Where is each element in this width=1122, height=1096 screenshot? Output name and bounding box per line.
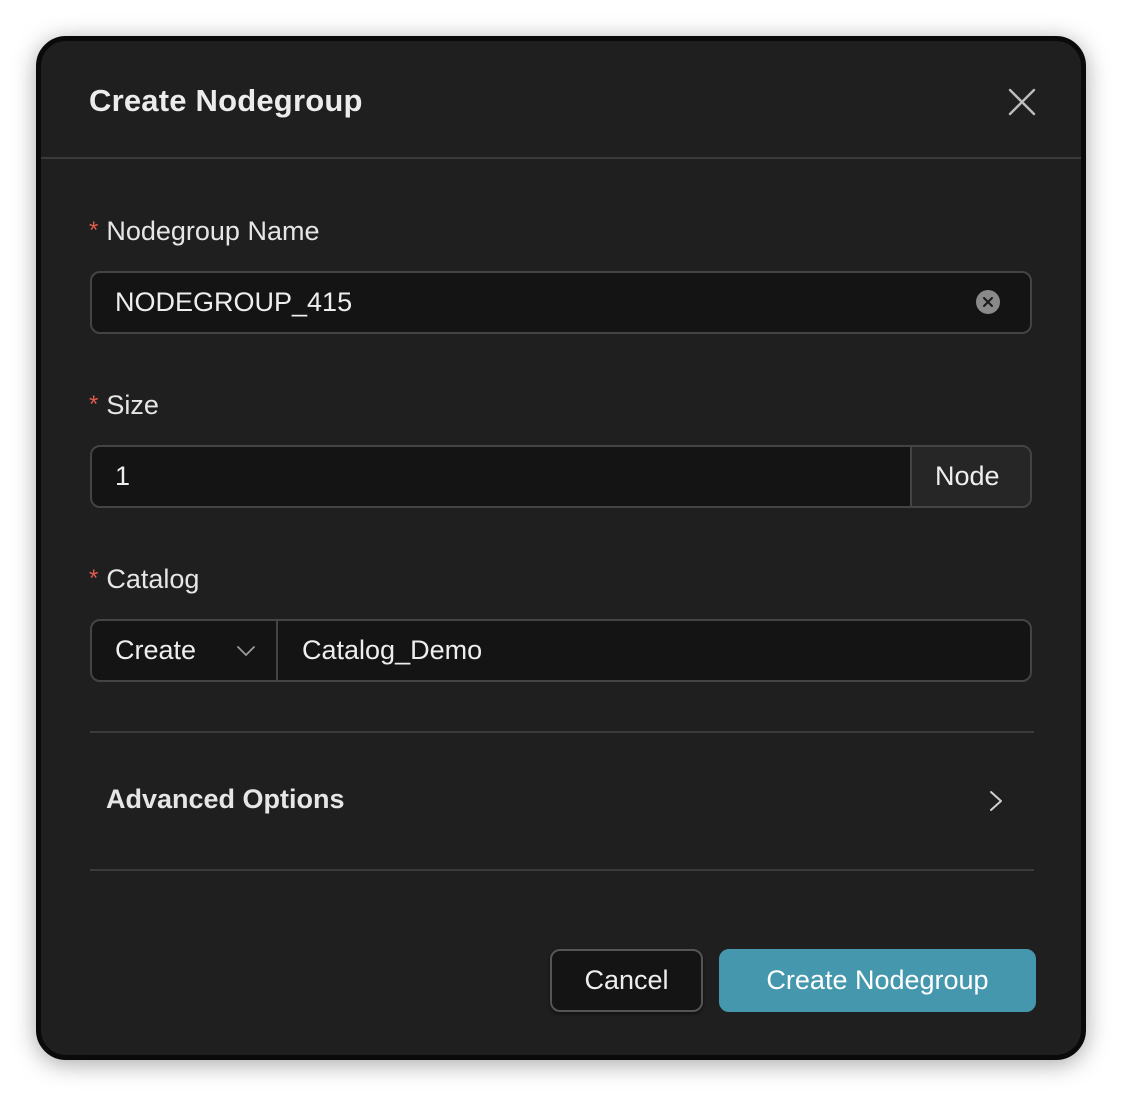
close-button[interactable] xyxy=(1007,87,1037,117)
create-nodegroup-button[interactable]: Create Nodegroup xyxy=(719,949,1036,1012)
size-value: 1 xyxy=(115,461,131,491)
nodegroup-name-input[interactable]: NODEGROUP_415 xyxy=(90,271,1032,334)
advanced-options-label: Advanced Options xyxy=(106,784,345,814)
clear-input-button[interactable] xyxy=(975,289,1001,315)
catalog-input-group: Create Catalog_Demo xyxy=(90,619,1032,682)
divider xyxy=(90,869,1034,871)
close-icon xyxy=(1008,88,1036,116)
catalog-mode-select[interactable]: Create xyxy=(92,621,278,680)
size-label-text: Size xyxy=(106,390,159,420)
cancel-button[interactable]: Cancel xyxy=(550,949,703,1012)
required-mark: * xyxy=(89,217,99,244)
catalog-name-input[interactable]: Catalog_Demo xyxy=(302,635,482,666)
required-mark: * xyxy=(89,391,99,418)
advanced-options-toggle[interactable]: Advanced Options xyxy=(90,733,1034,869)
nodegroup-name-label: * Nodegroup Name xyxy=(89,216,319,247)
dialog-title: Create Nodegroup xyxy=(89,83,363,118)
nodegroup-name-value: NODEGROUP_415 xyxy=(115,287,353,317)
size-input[interactable]: 1 Node xyxy=(90,445,1032,508)
create-nodegroup-dialog: Create Nodegroup * Nodegroup Name NODEGRO… xyxy=(36,36,1086,1060)
catalog-label: * Catalog xyxy=(89,564,199,595)
nodegroup-name-label-text: Nodegroup Name xyxy=(106,216,320,246)
clear-circle-icon xyxy=(976,290,1000,314)
size-label: * Size xyxy=(89,390,159,421)
dialog-header: Create Nodegroup xyxy=(41,41,1081,159)
chevron-right-icon xyxy=(990,791,1002,811)
required-mark: * xyxy=(89,565,99,592)
chevron-down-icon xyxy=(237,646,255,656)
size-unit-addon: Node xyxy=(910,447,1030,506)
size-unit: Node xyxy=(935,461,1000,491)
catalog-label-text: Catalog xyxy=(106,564,200,594)
catalog-mode-value: Create xyxy=(115,635,197,665)
